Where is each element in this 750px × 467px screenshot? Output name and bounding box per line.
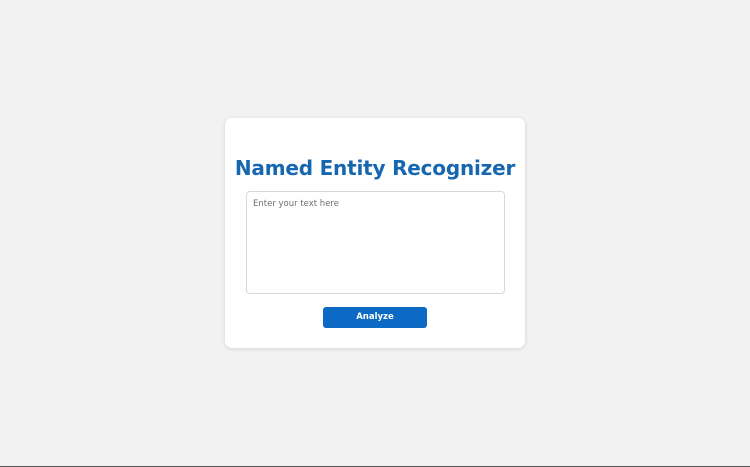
main-card: Named Entity Recognizer Analyze (225, 118, 525, 348)
page: { "app": { "title": "Named Entity Recogn… (0, 0, 750, 467)
text-input[interactable] (246, 191, 505, 294)
page-title: Named Entity Recognizer (234, 156, 516, 180)
analyze-button[interactable]: Analyze (323, 307, 427, 328)
